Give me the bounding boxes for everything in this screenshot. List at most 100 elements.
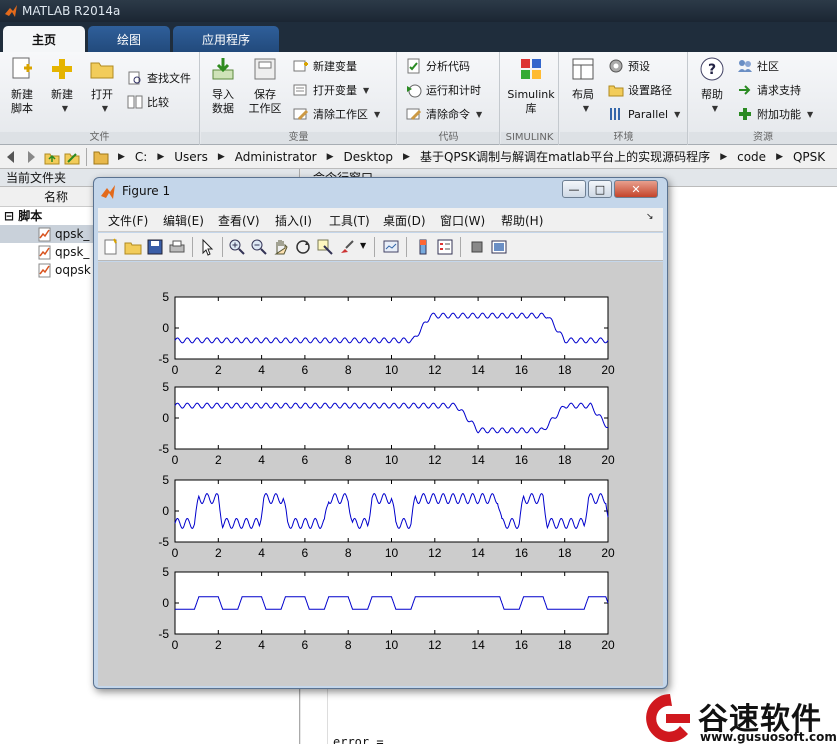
pointer-icon[interactable] [198, 238, 216, 256]
x-tick-label: 20 [601, 638, 615, 652]
new-button[interactable]: 新建 ▼ [43, 56, 81, 116]
breadcrumb-segment[interactable]: code [737, 150, 766, 164]
new-variable-button[interactable]: 新建变量 [293, 56, 357, 76]
menu-view[interactable]: 查看(V) [218, 212, 260, 229]
help-icon: ? [700, 57, 724, 81]
menu-desktop[interactable]: 桌面(D) [383, 212, 426, 229]
command-output[interactable]: error = [333, 735, 384, 744]
request-support-icon [739, 85, 751, 95]
colorbar-icon[interactable] [414, 238, 432, 256]
tab-plots[interactable]: 绘图 [88, 26, 170, 52]
save-workspace-icon [254, 58, 276, 80]
menu-insert[interactable]: 插入(I) [275, 212, 312, 229]
back-arrow-icon[interactable] [4, 149, 20, 165]
simulink-library-button[interactable]: Simulink 库 [507, 56, 555, 116]
figure-title-bar[interactable]: Figure 1 — □ ✕ [94, 178, 667, 204]
menu-edit[interactable]: 编辑(E) [163, 212, 204, 229]
find-files-button[interactable]: 查找文件 [127, 68, 191, 88]
plus-icon [52, 59, 72, 79]
open-file-icon[interactable] [124, 238, 142, 256]
open-variable-button[interactable]: 打开变量 ▼ [293, 80, 369, 100]
menu-file[interactable]: 文件(F) [108, 212, 148, 229]
hide-plot-tools-icon[interactable] [468, 238, 486, 256]
breadcrumb-segment[interactable]: 基于QPSK调制与解调在matlab平台上的实现源码程序 [420, 148, 710, 165]
browse-folder-icon[interactable] [64, 149, 80, 165]
tab-apps[interactable]: 应用程序 [173, 26, 279, 52]
clear-commands-button[interactable]: 清除命令 ▼ [406, 104, 482, 124]
layout-button[interactable]: 布局 ▼ [564, 56, 602, 116]
zoom-in-icon[interactable] [228, 238, 246, 256]
up-folder-icon[interactable] [44, 149, 60, 165]
forward-arrow-icon[interactable] [22, 149, 38, 165]
folder-icon [90, 62, 114, 79]
run-time-icon [407, 84, 422, 98]
data-cursor-icon[interactable] [316, 238, 334, 256]
layout-icon [572, 58, 594, 80]
add-ons-button[interactable]: 附加功能 ▼ [737, 104, 813, 124]
x-tick-label: 20 [601, 546, 615, 560]
request-support-button[interactable]: 请求支持 [737, 80, 801, 100]
x-tick-label: 6 [302, 546, 309, 560]
link-plot-icon[interactable] [382, 238, 400, 256]
maximize-button[interactable]: □ [588, 180, 612, 198]
new-figure-icon[interactable] [102, 238, 120, 256]
menu-tools[interactable]: 工具(T) [329, 212, 370, 229]
breadcrumb-segment[interactable]: QPSK [793, 150, 825, 164]
breadcrumb-segment[interactable]: C: [135, 150, 147, 164]
new-script-button[interactable]: 新建 脚本 [3, 56, 41, 116]
resources-group: ? 帮助 ▼ 社区 请求支持 附加功能 ▼ 资源 [689, 52, 837, 145]
y-tick-label: 0 [162, 411, 169, 425]
breadcrumb-segment[interactable]: Administrator [235, 150, 317, 164]
pan-hand-icon[interactable] [272, 238, 290, 256]
rotate-3d-icon[interactable] [294, 238, 312, 256]
close-button[interactable]: ✕ [614, 180, 658, 198]
save-icon[interactable] [146, 238, 164, 256]
community-button[interactable]: 社区 [737, 56, 779, 76]
file-name: oqpsk [55, 263, 91, 277]
set-path-button[interactable]: 设置路径 [608, 80, 672, 100]
print-icon[interactable] [168, 238, 186, 256]
simulink-library-icon [521, 59, 541, 79]
menu-help[interactable]: 帮助(H) [501, 212, 543, 229]
breadcrumb-segment[interactable]: Users [174, 150, 208, 164]
figure-canvas[interactable]: 0 2 4 6 8 10 12 14 16 18 20 5 0 -5 0 2 4 6 8 10 12 14 16 18 20 5 0… [98, 262, 663, 686]
set-path-icon [608, 85, 624, 97]
x-tick-label: 8 [345, 363, 352, 377]
compare-button[interactable]: 比较 [127, 92, 169, 112]
tab-home[interactable]: 主页 [3, 26, 85, 52]
open-button[interactable]: 打开 ▼ [83, 56, 121, 116]
minimize-button[interactable]: — [562, 180, 586, 198]
run-and-time-button[interactable]: 运行和计时 [406, 80, 481, 100]
breadcrumb-segment[interactable]: Desktop [344, 150, 394, 164]
import-data-button[interactable]: 导入 数据 [204, 56, 242, 116]
save-workspace-button[interactable]: 保存 工作区 [246, 56, 284, 116]
chevron-down-icon: ▼ [807, 109, 814, 119]
legend-icon[interactable] [436, 238, 454, 256]
subplot-chart-area[interactable]: 0 2 4 6 8 10 12 14 16 18 2050-50 2 4 6 8 10 12 14 16 18 2050… [98, 262, 663, 686]
clear-commands-icon [406, 108, 422, 121]
new-script-icon [12, 57, 32, 79]
breadcrumb-separator-icon: ▶ [217, 151, 225, 162]
dock-arrow-icon[interactable]: ↘ [646, 212, 654, 222]
x-tick-label: 20 [601, 453, 615, 467]
x-tick-label: 20 [601, 363, 615, 377]
show-plot-tools-icon[interactable] [490, 238, 508, 256]
collapse-icon[interactable]: ⊟ [4, 209, 14, 223]
x-tick-label: 18 [558, 546, 572, 560]
analyze-code-button[interactable]: 分析代码 [406, 56, 470, 76]
parallel-button[interactable]: Parallel ▼ [608, 104, 680, 124]
brush-icon[interactable] [338, 238, 356, 256]
add-ons-icon [739, 108, 751, 120]
preferences-button[interactable]: 预设 [608, 56, 650, 76]
gear-icon [609, 59, 623, 73]
clear-workspace-button[interactable]: 清除工作区 ▼ [293, 104, 380, 124]
variable-group: 导入 数据 保存 工作区 新建变量 打开变量 ▼ 清除工作区 ▼ 变量 [201, 52, 397, 145]
zoom-out-icon[interactable] [250, 238, 268, 256]
help-button[interactable]: ? 帮助 ▼ [693, 56, 731, 116]
figure-title: Figure 1 [122, 184, 171, 198]
chevron-down-icon[interactable]: ▼ [360, 241, 366, 250]
menu-window[interactable]: 窗口(W) [440, 212, 485, 229]
x-tick-label: 4 [258, 363, 265, 377]
breadcrumb-separator-icon: ▶ [157, 151, 165, 162]
x-tick-label: 4 [258, 638, 265, 652]
